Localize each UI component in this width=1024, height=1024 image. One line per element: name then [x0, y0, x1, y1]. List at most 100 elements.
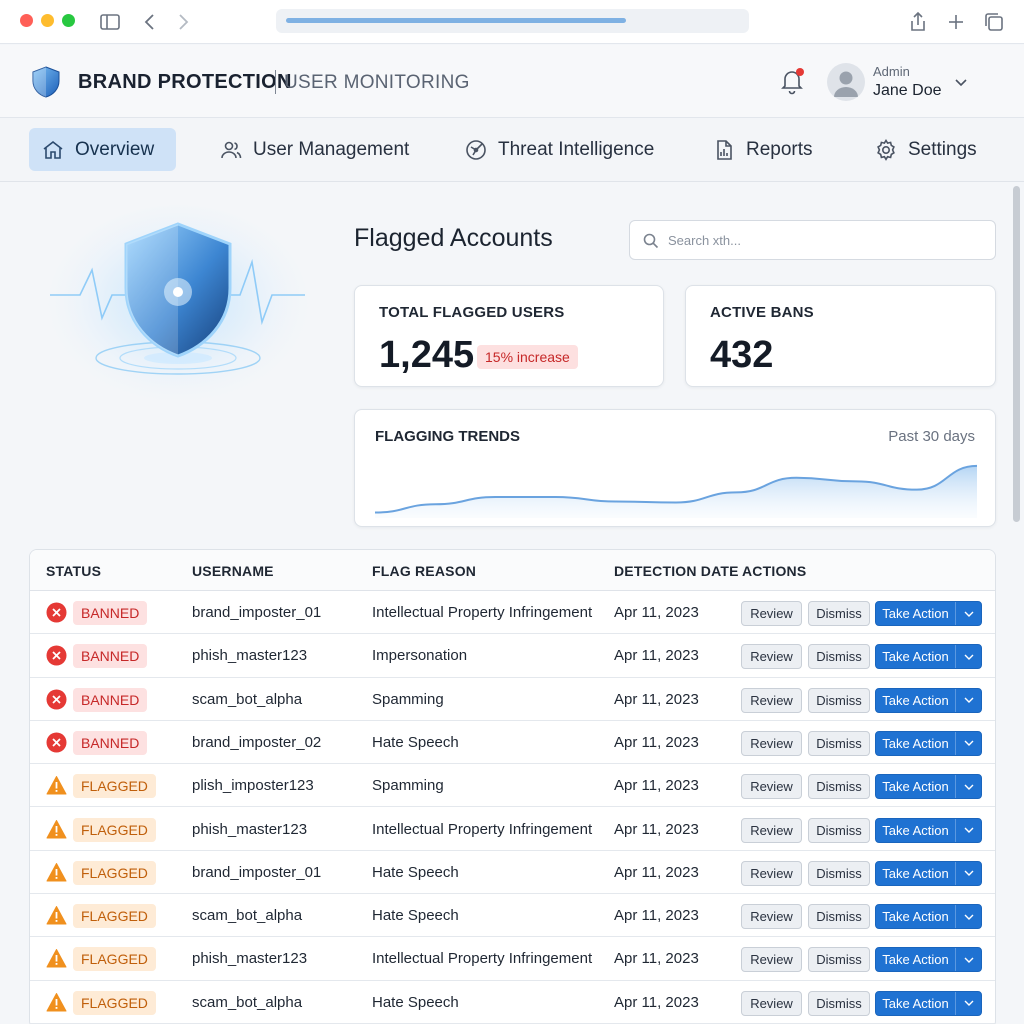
warning-icon	[46, 819, 67, 840]
dismiss-button[interactable]: Dismiss	[808, 730, 870, 756]
search-input[interactable]	[668, 227, 988, 253]
dismiss-button[interactable]: Dismiss	[808, 601, 870, 626]
take-action-button[interactable]: Take Action	[875, 687, 982, 713]
take-action-button[interactable]: Take Action	[875, 860, 982, 886]
tab-threat-intelligence[interactable]: Threat Intelligence	[452, 128, 666, 171]
brand-title: BRAND PROTECTION	[78, 71, 292, 93]
take-action-dropdown[interactable]	[955, 948, 981, 972]
take-action-button[interactable]: Take Action	[875, 730, 982, 756]
tab-settings-label: Settings	[908, 138, 977, 160]
status-badge: BANNED	[73, 601, 148, 625]
column-header-detection-date[interactable]: DETECTION DATE	[614, 563, 739, 579]
take-action-dropdown[interactable]	[955, 731, 981, 755]
forward-icon[interactable]	[171, 10, 195, 34]
column-header-status[interactable]: STATUS	[46, 563, 101, 579]
review-button[interactable]: Review	[741, 774, 802, 800]
table-row[interactable]: FLAGGED plish_imposter123 Spamming Apr 11, …	[30, 764, 995, 808]
chevron-down-icon	[964, 697, 973, 704]
take-action-dropdown[interactable]	[955, 688, 981, 712]
chevron-down-icon	[964, 784, 973, 790]
user-name: Jane Doe	[873, 82, 942, 99]
take-action-button[interactable]: Take Action	[875, 817, 982, 843]
review-button[interactable]: Review	[741, 904, 802, 930]
table-row[interactable]: BANNED brand_imposter_01 Intellectual Prop…	[30, 591, 995, 635]
take-action-dropdown[interactable]	[955, 861, 981, 885]
column-header-username[interactable]: USERNAME	[192, 563, 274, 579]
review-button[interactable]: Review	[741, 730, 802, 756]
review-button[interactable]: Review	[741, 687, 802, 713]
take-action-dropdown[interactable]	[955, 905, 981, 929]
dismiss-button[interactable]: Dismiss	[808, 947, 870, 973]
chevron-down-icon	[964, 914, 973, 920]
table-row[interactable]: FLAGGED phish_master123 Intellectual Prope…	[30, 937, 995, 981]
column-header-flag-reason[interactable]: FLAG REASON	[372, 563, 476, 579]
take-action-dropdown[interactable]	[955, 775, 981, 799]
tab-settings[interactable]: Settings	[862, 128, 989, 171]
dismiss-button[interactable]: Dismiss	[808, 860, 870, 886]
take-action-button[interactable]: Take Action	[875, 990, 982, 1016]
search-icon	[642, 232, 660, 250]
take-action-button[interactable]: Take Action	[875, 947, 982, 973]
page-scrollbar[interactable]	[1013, 186, 1020, 522]
take-action-dropdown[interactable]	[955, 645, 981, 669]
review-button[interactable]: Review	[741, 947, 802, 973]
sidebar-toggle-icon[interactable]	[98, 10, 122, 34]
back-icon[interactable]	[138, 10, 162, 34]
detection-date-cell: Apr 11, 2023	[614, 777, 699, 795]
take-action-dropdown[interactable]	[955, 991, 981, 1015]
tab-reports[interactable]: Reports	[700, 128, 825, 171]
app-header: BRAND PROTECTION USER MONITORING Admin J…	[0, 45, 1024, 118]
review-button[interactable]: Review	[741, 817, 802, 843]
take-action-button[interactable]: Take Action	[875, 601, 982, 626]
status-badge: FLAGGED	[73, 904, 156, 929]
detection-date-cell: Apr 11, 2023	[614, 690, 699, 708]
close-window-button[interactable]	[20, 14, 33, 27]
take-action-dropdown[interactable]	[955, 602, 981, 625]
dismiss-button[interactable]: Dismiss	[808, 687, 870, 713]
dismiss-button[interactable]: Dismiss	[808, 644, 870, 670]
table-row[interactable]: BANNED brand_imposter_02 Hate Speech Apr 11…	[30, 721, 995, 765]
dismiss-button[interactable]: Dismiss	[808, 774, 870, 800]
review-button[interactable]: Review	[741, 860, 802, 886]
shield-logo-icon	[30, 65, 62, 99]
take-action-button[interactable]: Take Action	[875, 644, 982, 670]
chevron-down-icon[interactable]	[954, 75, 968, 87]
share-icon[interactable]	[906, 10, 930, 34]
dismiss-button[interactable]: Dismiss	[808, 990, 870, 1016]
tab-overview-icon[interactable]	[982, 10, 1006, 34]
tab-user-management[interactable]: User Management	[207, 128, 421, 171]
minimize-window-button[interactable]	[41, 14, 54, 27]
review-button[interactable]: Review	[741, 644, 802, 670]
chart-range: Past 30 days	[888, 428, 975, 445]
chevron-down-icon	[964, 1000, 973, 1007]
table-row[interactable]: FLAGGED brand_imposter_01 Hate Speech Apr 1…	[30, 851, 995, 895]
review-button[interactable]: Review	[741, 990, 802, 1016]
take-action-button[interactable]: Take Action	[875, 774, 982, 800]
tab-overview[interactable]: Overview	[29, 128, 176, 171]
table-row[interactable]: FLAGGED phish_master123 Intellectual Prope…	[30, 808, 995, 851]
status-badge: FLAGGED	[73, 817, 156, 842]
username-cell: phish_master123	[192, 647, 308, 665]
take-action-label: Take Action	[882, 735, 949, 751]
dismiss-button[interactable]: Dismiss	[808, 904, 870, 930]
avatar[interactable]	[827, 63, 865, 101]
dismiss-button[interactable]: Dismiss	[808, 817, 870, 843]
review-button[interactable]: Review	[741, 601, 802, 626]
maximize-window-button[interactable]	[62, 14, 75, 27]
table-row[interactable]: FLAGGED scam_bot_alpha Hate Speech Apr 11, …	[30, 981, 995, 1024]
status-badge: BANNED	[73, 687, 148, 712]
new-tab-icon[interactable]	[944, 10, 968, 34]
table-row[interactable]: BANNED scam_bot_alpha Spamming Apr 11, 2023…	[30, 678, 995, 721]
take-action-dropdown[interactable]	[955, 818, 981, 842]
table-row[interactable]: FLAGGED scam_bot_alpha Hate Speech Apr 11, …	[30, 894, 995, 938]
address-bar[interactable]	[276, 9, 749, 33]
active-bans-label: ACTIVE BANS	[710, 304, 814, 321]
notification-dot	[796, 68, 804, 76]
username-cell: phish_master123	[192, 820, 308, 838]
column-header-actions: ACTIONS	[742, 563, 807, 579]
table-row[interactable]: BANNED phish_master123 Impersonation Apr 11…	[30, 634, 995, 678]
username-cell: plish_imposter123	[192, 777, 314, 795]
detection-date-cell: Apr 11, 2023	[614, 733, 699, 751]
take-action-button[interactable]: Take Action	[875, 904, 982, 930]
chevron-down-icon	[964, 611, 973, 617]
